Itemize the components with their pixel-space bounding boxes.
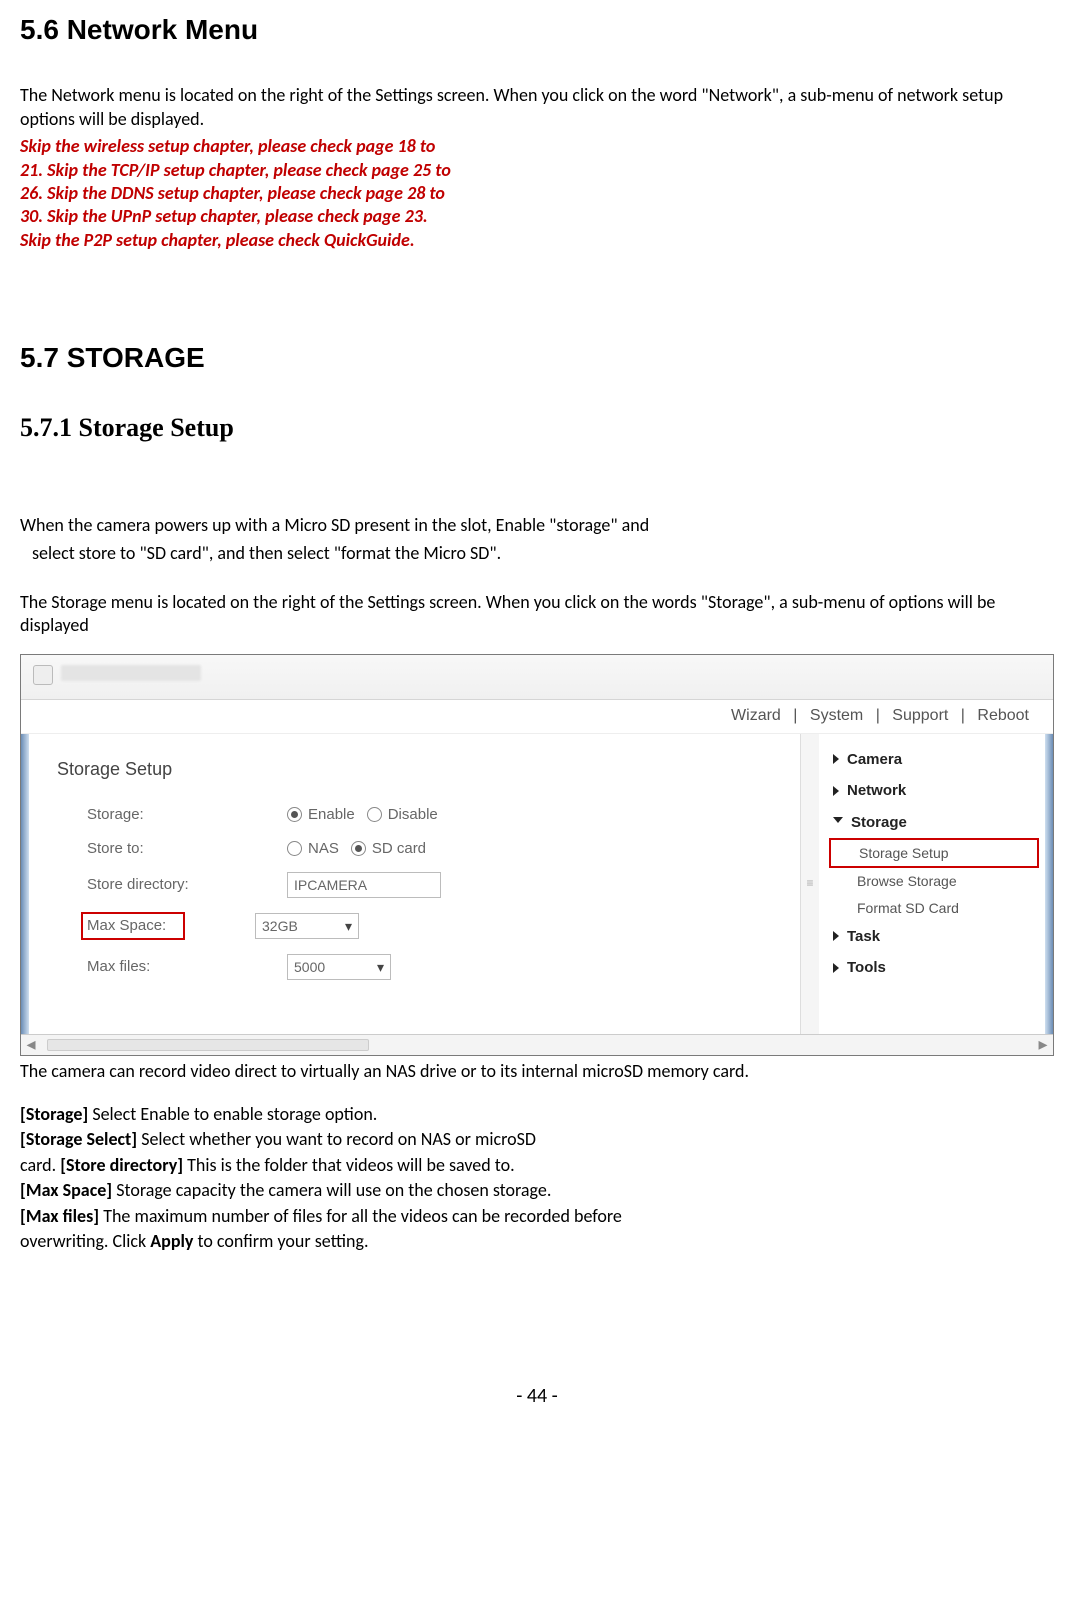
label-storage: Storage: (57, 805, 287, 825)
sidebar-sub-browse-storage[interactable]: Browse Storage (829, 868, 1039, 894)
def-storage-text: Select Enable to enable storage option. (92, 1103, 377, 1125)
sidebar-item-camera[interactable]: Camera (829, 744, 1039, 776)
sidebar-item-label: Task (847, 927, 880, 947)
sidebar-item-label: Network (847, 781, 906, 801)
heading-5-7-1: 5.7.1 Storage Setup (20, 411, 1054, 445)
nav-sep: | (957, 707, 969, 724)
nav-sep: | (872, 707, 884, 724)
radio-disable[interactable] (367, 807, 382, 822)
def-max-files-term: [Max files] (20, 1205, 103, 1227)
def-max-files-text: The maximum number of files for all the … (103, 1205, 622, 1227)
scroll-left-icon[interactable]: ◂ (21, 1033, 41, 1056)
def-apply-term: Apply (150, 1230, 193, 1252)
def-storage-select-term: [Storage Select] (20, 1128, 141, 1150)
heading-5-7: 5.7 STORAGE (20, 340, 1054, 376)
right-edge-decoration (1045, 734, 1053, 1034)
label-max-space-highlighted: Max Space: (81, 912, 185, 940)
radio-sdcard-label: SD card (372, 839, 426, 859)
sidebar-sub-format-sd[interactable]: Format SD Card (829, 895, 1039, 921)
label-store-directory: Store directory: (57, 875, 287, 895)
radio-enable[interactable] (287, 807, 302, 822)
nav-sep: | (789, 707, 801, 724)
sidebar-item-task[interactable]: Task (829, 921, 1039, 953)
red-skip-block: Skip the wireless setup chapter, please … (20, 135, 580, 252)
sidebar-item-label: Camera (847, 750, 902, 770)
radio-enable-label: Enable (308, 805, 355, 825)
definitions-block: [Storage] Select Enable to enable storag… (20, 1103, 1054, 1253)
def-apply-text: to confirm your setting. (193, 1230, 368, 1252)
red-line-2: 21. Skip the TCP/IP setup chapter, pleas… (20, 159, 580, 182)
def-max-space-term: [Max Space] (20, 1179, 116, 1201)
heading-5-6: 5.6 Network Menu (20, 12, 1054, 48)
def-cont-prefix: card. (20, 1154, 60, 1176)
def-store-directory-text: This is the folder that videos will be s… (187, 1154, 515, 1176)
page-number: - 44 - (20, 1383, 1054, 1409)
chevron-right-icon (833, 754, 839, 764)
sidebar-item-storage[interactable]: Storage (829, 807, 1039, 839)
sidebar-item-network[interactable]: Network (829, 775, 1039, 807)
top-navbar: Wizard | System | Support | Reboot (21, 700, 1053, 734)
def-cont-prefix: overwriting. Click (20, 1230, 150, 1252)
panel-title: Storage Setup (57, 758, 772, 781)
radio-nas[interactable] (287, 841, 302, 856)
red-line-5: Skip the P2P setup chapter, please check… (20, 229, 580, 252)
left-edge-decoration (21, 734, 29, 1034)
sidebar-sub-storage-setup-highlighted[interactable]: Storage Setup (829, 838, 1039, 868)
nav-support[interactable]: Support (888, 707, 952, 724)
red-line-4: 30. Skip the UPnP setup chapter, please … (20, 205, 580, 228)
radio-disable-label: Disable (388, 805, 438, 825)
scrollbar-thumb[interactable] (47, 1039, 369, 1051)
label-max-files: Max files: (57, 957, 287, 977)
storage-para-1b: select store to "SD card", and then sele… (20, 542, 1054, 565)
red-line-3: 26. Skip the DDNS setup chapter, please … (20, 182, 580, 205)
storage-para-1a: When the camera powers up with a Micro S… (20, 514, 1054, 537)
horizontal-scrollbar[interactable]: ◂ ▸ (21, 1034, 1053, 1055)
chevron-right-icon (833, 786, 839, 796)
label-store-to: Store to: (57, 839, 287, 859)
sidebar-item-label: Tools (847, 958, 886, 978)
def-store-directory-term: [Store directory] (60, 1154, 187, 1176)
red-line-1: Skip the wireless setup chapter, please … (20, 135, 580, 158)
sidebar-item-label: Storage (851, 813, 907, 833)
input-store-directory[interactable]: IPCAMERA (287, 872, 441, 898)
nav-reboot[interactable]: Reboot (973, 707, 1033, 724)
sidebar-menu: Camera Network Storage Storage Setup Bro… (819, 734, 1045, 1034)
def-storage-term: [Storage] (20, 1103, 92, 1125)
sidebar-item-tools[interactable]: Tools (829, 952, 1039, 984)
select-max-files[interactable]: 5000 (287, 954, 391, 980)
chevron-right-icon (833, 931, 839, 941)
def-storage-select-text: Select whether you want to record on NAS… (141, 1128, 536, 1150)
after-image-text: The camera can record video direct to vi… (20, 1060, 1054, 1083)
chevron-down-icon (833, 817, 843, 828)
select-max-space[interactable]: 32GB (255, 913, 359, 939)
vertical-scrollbar[interactable]: ≡ (800, 734, 819, 1034)
nav-system[interactable]: System (806, 707, 867, 724)
browser-toolbar (21, 655, 1053, 700)
storage-para-2: The Storage menu is located on the right… (20, 591, 1054, 638)
storage-setup-panel: Storage Setup Storage: Enable Disable St… (29, 734, 800, 1034)
radio-nas-label: NAS (308, 839, 339, 859)
settings-window: Wizard | System | Support | Reboot Stora… (20, 654, 1054, 1056)
chevron-right-icon (833, 963, 839, 973)
nav-wizard[interactable]: Wizard (727, 707, 785, 724)
radio-sdcard[interactable] (351, 841, 366, 856)
def-max-space-text: Storage capacity the camera will use on … (116, 1179, 551, 1201)
scroll-right-icon[interactable]: ▸ (1033, 1033, 1053, 1056)
network-intro-text: The Network menu is located on the right… (20, 84, 1054, 131)
